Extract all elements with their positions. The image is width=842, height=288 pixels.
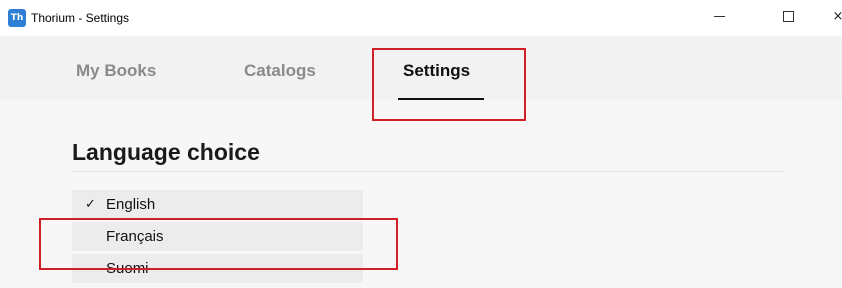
settings-content: Language choice ✓ English Français Suomi [0,100,842,288]
main-tab-bar: My Books Catalogs Settings [0,36,842,100]
maximize-icon [782,11,794,22]
close-button[interactable]: × [826,6,842,28]
tab-catalogs[interactable]: Catalogs [244,61,316,81]
minimize-button[interactable] [707,6,731,28]
language-label: Suomi [106,260,149,277]
section-divider [72,171,784,172]
language-list: ✓ English Français Suomi [72,190,363,286]
checkmark-icon: ✓ [85,197,96,212]
title-bar[interactable]: Th Thorium - Settings × [0,0,842,36]
section-title: Language choice [72,139,260,165]
maximize-button[interactable] [776,6,800,28]
language-option-english[interactable]: ✓ English [72,190,363,219]
language-option-suomi[interactable]: Suomi [72,254,363,283]
app-window: Th Thorium - Settings × My Books Catalog… [0,0,842,288]
language-option-francais[interactable]: Français [72,222,363,251]
window-title: Thorium - Settings [31,11,130,25]
minimize-icon [713,16,725,17]
tab-my-books[interactable]: My Books [76,61,156,81]
thorium-app-icon: Th [8,9,26,27]
close-icon: × [832,9,842,24]
tab-settings[interactable]: Settings [403,61,470,81]
language-label: English [106,196,156,213]
language-label: Français [106,228,164,245]
